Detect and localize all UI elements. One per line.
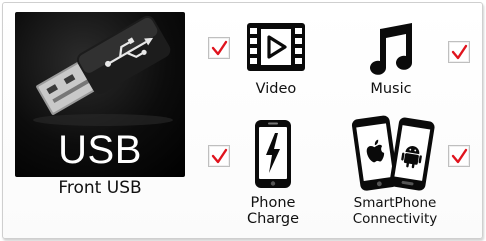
smartphone-label-line2: Connectivity — [352, 211, 438, 227]
smartphone-checkbox[interactable] — [448, 145, 470, 167]
music-label: Music — [370, 81, 412, 97]
usb-caption: Front USB — [58, 178, 142, 198]
phone-charge-label-line2: Charge — [246, 211, 300, 227]
smartphones-icon — [351, 115, 435, 191]
checkmark-icon — [451, 148, 468, 164]
usb-tile-label: USB — [58, 128, 142, 172]
phone-charge-label-line1: Phone — [250, 195, 296, 211]
music-note-icon — [370, 23, 412, 75]
phone-charge-icon — [255, 120, 291, 188]
film-play-icon — [247, 23, 305, 71]
checkmark-icon — [211, 148, 228, 164]
video-checkbox[interactable] — [208, 37, 230, 59]
usb-tile: USB — [15, 12, 185, 177]
music-checkbox[interactable] — [448, 41, 470, 63]
phone-charge-checkbox[interactable] — [208, 145, 230, 167]
video-label: Video — [255, 81, 297, 97]
checkmark-icon — [451, 44, 468, 60]
features-panel: USB Front USB Video Music Phone Charge S… — [2, 2, 483, 239]
checkmark-icon — [211, 40, 228, 56]
smartphone-label-line1: SmartPhone — [353, 195, 437, 211]
